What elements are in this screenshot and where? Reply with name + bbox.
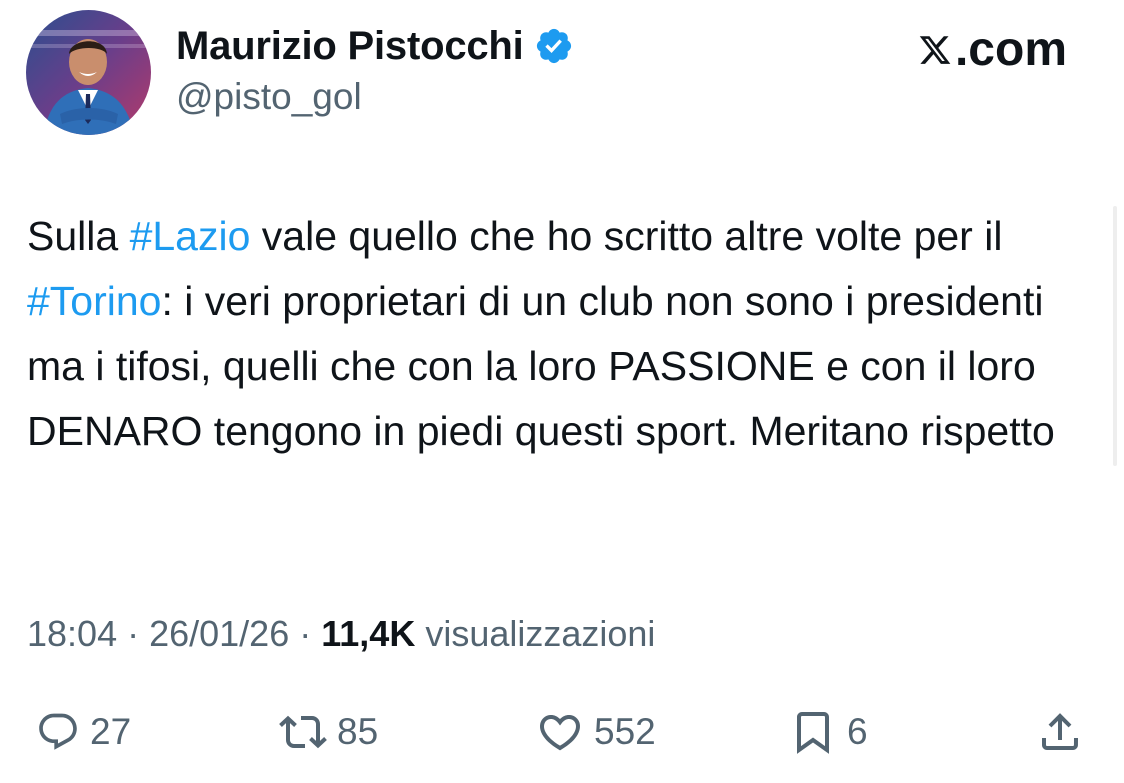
tweet-text-segment: : i veri proprietari di un club non sono… <box>27 278 1055 454</box>
action-bar: 27 85 552 6 <box>0 700 1124 764</box>
reply-button[interactable]: 27 <box>36 700 131 764</box>
author-handle[interactable]: @pisto_gol <box>176 75 362 119</box>
meta-separator: · <box>117 613 150 654</box>
tweet-date[interactable]: 26/01/26 <box>149 613 289 654</box>
share-icon <box>1036 708 1084 756</box>
site-domain-label: .com <box>954 23 1067 76</box>
meta-separator: · <box>289 613 322 654</box>
heart-icon <box>536 708 584 756</box>
repost-button[interactable]: 85 <box>279 700 378 764</box>
tweet-text: Sulla #Lazio vale quello che ho scritto … <box>27 204 1087 464</box>
bookmark-icon <box>789 708 837 756</box>
share-button[interactable] <box>1036 700 1084 764</box>
reply-count: 27 <box>90 711 132 752</box>
x-logo-icon <box>918 31 952 69</box>
views-count: 11,4K <box>321 613 416 654</box>
hashtag-link-lazio[interactable]: #Lazio <box>130 213 251 259</box>
author-display-name[interactable]: Maurizio Pistocchi <box>176 22 524 70</box>
bookmark-button[interactable]: 6 <box>789 700 868 764</box>
like-count: 552 <box>594 711 656 752</box>
site-brand: .com <box>918 24 1067 76</box>
tweet-time[interactable]: 18:04 <box>27 613 117 654</box>
avatar[interactable] <box>26 10 151 135</box>
hashtag-link-torino[interactable]: #Torino <box>27 278 161 324</box>
reply-icon <box>36 710 80 754</box>
retweet-icon <box>279 708 327 756</box>
views-label: visualizzazioni <box>425 613 656 654</box>
verified-badge-icon[interactable] <box>534 26 574 66</box>
bookmark-count: 6 <box>847 711 868 752</box>
scroll-indicator <box>1113 206 1117 466</box>
author-name-row: Maurizio Pistocchi <box>176 22 574 70</box>
repost-count: 85 <box>337 711 379 752</box>
tweet-text-segment: Sulla <box>27 213 130 259</box>
tweet-text-segment: vale quello che ho scritto altre volte p… <box>250 213 1003 259</box>
tweet-meta: 18:04 · 26/01/26 · 11,4K visualizzazioni <box>27 612 655 656</box>
like-button[interactable]: 552 <box>536 700 656 764</box>
